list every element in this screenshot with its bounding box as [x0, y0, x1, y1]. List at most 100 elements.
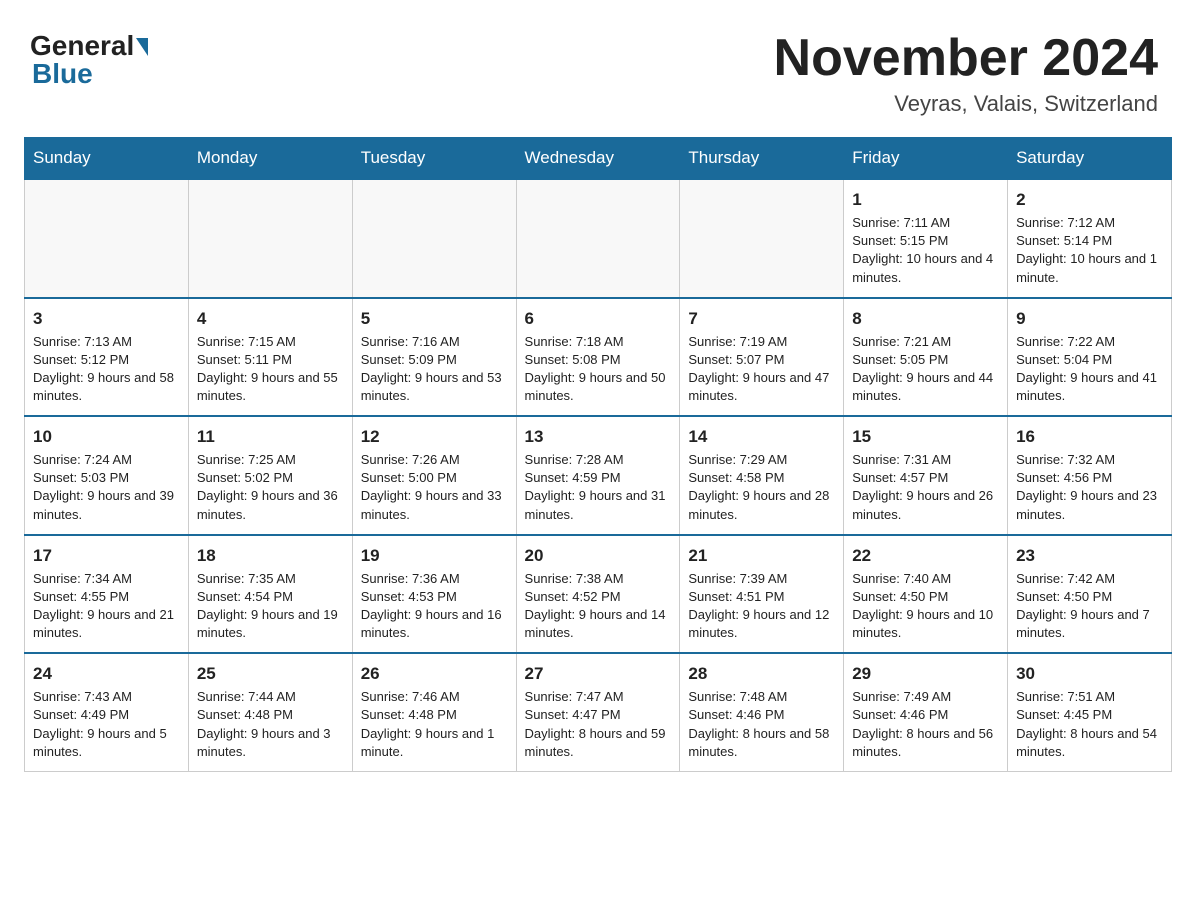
- day-info: Sunrise: 7:11 AMSunset: 5:15 PMDaylight:…: [852, 215, 993, 285]
- day-info: Sunrise: 7:28 AMSunset: 4:59 PMDaylight:…: [525, 452, 666, 522]
- day-number: 23: [1016, 544, 1163, 568]
- calendar-cell: [516, 179, 680, 298]
- calendar-cell: 30 Sunrise: 7:51 AMSunset: 4:45 PMDayligh…: [1008, 653, 1172, 771]
- calendar-cell: 24Sunrise: 7:43 AMSunset: 4:49 PMDayligh…: [25, 653, 189, 771]
- calendar-cell: 20 Sunrise: 7:38 AMSunset: 4:52 PMDayligh…: [516, 535, 680, 654]
- day-number: 27: [525, 662, 672, 686]
- day-info: Sunrise: 7:38 AMSunset: 4:52 PMDaylight:…: [525, 571, 666, 641]
- day-info: Sunrise: 7:34 AMSunset: 4:55 PMDaylight:…: [33, 571, 174, 641]
- day-info: Sunrise: 7:46 AMSunset: 4:48 PMDaylight:…: [361, 689, 495, 759]
- day-info: Sunrise: 7:47 AMSunset: 4:47 PMDaylight:…: [525, 689, 666, 759]
- day-info: Sunrise: 7:25 AMSunset: 5:02 PMDaylight:…: [197, 452, 338, 522]
- day-number: 7: [688, 307, 835, 331]
- calendar-table: SundayMondayTuesdayWednesdayThursdayFrid…: [24, 137, 1172, 772]
- calendar-cell: 19Sunrise: 7:36 AMSunset: 4:53 PMDayligh…: [352, 535, 516, 654]
- calendar-header-row: SundayMondayTuesdayWednesdayThursdayFrid…: [25, 138, 1172, 180]
- day-number: 16: [1016, 425, 1163, 449]
- day-info: Sunrise: 7:44 AMSunset: 4:48 PMDaylight:…: [197, 689, 331, 759]
- calendar-cell: 14Sunrise: 7:29 AMSunset: 4:58 PMDayligh…: [680, 416, 844, 535]
- day-number: 28: [688, 662, 835, 686]
- day-number: 20: [525, 544, 672, 568]
- calendar-cell: 1 Sunrise: 7:11 AMSunset: 5:15 PMDaylight…: [844, 179, 1008, 298]
- col-header-monday: Monday: [188, 138, 352, 180]
- day-number: 15: [852, 425, 999, 449]
- day-number: 14: [688, 425, 835, 449]
- calendar-cell: 23 Sunrise: 7:42 AMSunset: 4:50 PMDayligh…: [1008, 535, 1172, 654]
- calendar-cell: 12 Sunrise: 7:26 AMSunset: 5:00 PMDayligh…: [352, 416, 516, 535]
- calendar-cell: 22 Sunrise: 7:40 AMSunset: 4:50 PMDayligh…: [844, 535, 1008, 654]
- col-header-friday: Friday: [844, 138, 1008, 180]
- day-info: Sunrise: 7:40 AMSunset: 4:50 PMDaylight:…: [852, 571, 993, 641]
- day-number: 3: [33, 307, 180, 331]
- calendar-cell: 9 Sunrise: 7:22 AMSunset: 5:04 PMDaylight…: [1008, 298, 1172, 417]
- day-number: 13: [525, 425, 672, 449]
- day-info: Sunrise: 7:43 AMSunset: 4:49 PMDaylight:…: [33, 689, 167, 759]
- day-number: 19: [361, 544, 508, 568]
- day-info: Sunrise: 7:13 AMSunset: 5:12 PMDaylight:…: [33, 334, 174, 404]
- day-number: 11: [197, 425, 344, 449]
- col-header-saturday: Saturday: [1008, 138, 1172, 180]
- col-header-thursday: Thursday: [680, 138, 844, 180]
- col-header-sunday: Sunday: [25, 138, 189, 180]
- calendar-cell: 6 Sunrise: 7:18 AMSunset: 5:08 PMDaylight…: [516, 298, 680, 417]
- title-block: November 2024 Veyras, Valais, Switzerlan…: [774, 30, 1158, 117]
- day-number: 12: [361, 425, 508, 449]
- day-number: 9: [1016, 307, 1163, 331]
- calendar-cell: 3 Sunrise: 7:13 AMSunset: 5:12 PMDaylight…: [25, 298, 189, 417]
- day-number: 25: [197, 662, 344, 686]
- calendar-cell: 16 Sunrise: 7:32 AMSunset: 4:56 PMDayligh…: [1008, 416, 1172, 535]
- calendar-cell: 7Sunrise: 7:19 AMSunset: 5:07 PMDaylight…: [680, 298, 844, 417]
- day-number: 8: [852, 307, 999, 331]
- day-info: Sunrise: 7:39 AMSunset: 4:51 PMDaylight:…: [688, 571, 829, 641]
- calendar-cell: 5 Sunrise: 7:16 AMSunset: 5:09 PMDaylight…: [352, 298, 516, 417]
- calendar-cell: 29Sunrise: 7:49 AMSunset: 4:46 PMDayligh…: [844, 653, 1008, 771]
- calendar-cell: 27 Sunrise: 7:47 AMSunset: 4:47 PMDayligh…: [516, 653, 680, 771]
- day-info: Sunrise: 7:32 AMSunset: 4:56 PMDaylight:…: [1016, 452, 1157, 522]
- day-number: 10: [33, 425, 180, 449]
- day-info: Sunrise: 7:22 AMSunset: 5:04 PMDaylight:…: [1016, 334, 1157, 404]
- day-info: Sunrise: 7:16 AMSunset: 5:09 PMDaylight:…: [361, 334, 502, 404]
- calendar-week-row: 24Sunrise: 7:43 AMSunset: 4:49 PMDayligh…: [25, 653, 1172, 771]
- calendar-cell: 25 Sunrise: 7:44 AMSunset: 4:48 PMDayligh…: [188, 653, 352, 771]
- calendar-cell: [188, 179, 352, 298]
- day-number: 1: [852, 188, 999, 212]
- calendar-cell: 4 Sunrise: 7:15 AMSunset: 5:11 PMDaylight…: [188, 298, 352, 417]
- logo-arrow-icon: [136, 38, 148, 56]
- calendar-week-row: 3 Sunrise: 7:13 AMSunset: 5:12 PMDaylight…: [25, 298, 1172, 417]
- day-number: 6: [525, 307, 672, 331]
- day-number: 18: [197, 544, 344, 568]
- page-header: General Blue November 2024 Veyras, Valai…: [20, 20, 1168, 117]
- logo: General Blue: [30, 30, 148, 90]
- calendar-cell: [25, 179, 189, 298]
- calendar-week-row: 10 Sunrise: 7:24 AMSunset: 5:03 PMDayligh…: [25, 416, 1172, 535]
- calendar-cell: 2Sunrise: 7:12 AMSunset: 5:14 PMDaylight…: [1008, 179, 1172, 298]
- day-number: 30: [1016, 662, 1163, 686]
- calendar-week-row: 17Sunrise: 7:34 AMSunset: 4:55 PMDayligh…: [25, 535, 1172, 654]
- calendar-cell: [680, 179, 844, 298]
- day-info: Sunrise: 7:31 AMSunset: 4:57 PMDaylight:…: [852, 452, 993, 522]
- day-info: Sunrise: 7:12 AMSunset: 5:14 PMDaylight:…: [1016, 215, 1157, 285]
- calendar-cell: 17Sunrise: 7:34 AMSunset: 4:55 PMDayligh…: [25, 535, 189, 654]
- day-number: 22: [852, 544, 999, 568]
- day-info: Sunrise: 7:18 AMSunset: 5:08 PMDaylight:…: [525, 334, 666, 404]
- calendar-cell: 10 Sunrise: 7:24 AMSunset: 5:03 PMDayligh…: [25, 416, 189, 535]
- day-info: Sunrise: 7:51 AMSunset: 4:45 PMDaylight:…: [1016, 689, 1157, 759]
- day-info: Sunrise: 7:42 AMSunset: 4:50 PMDaylight:…: [1016, 571, 1150, 641]
- calendar-cell: 8 Sunrise: 7:21 AMSunset: 5:05 PMDaylight…: [844, 298, 1008, 417]
- col-header-tuesday: Tuesday: [352, 138, 516, 180]
- location-title: Veyras, Valais, Switzerland: [774, 91, 1158, 117]
- day-info: Sunrise: 7:26 AMSunset: 5:00 PMDaylight:…: [361, 452, 502, 522]
- day-info: Sunrise: 7:24 AMSunset: 5:03 PMDaylight:…: [33, 452, 174, 522]
- day-number: 4: [197, 307, 344, 331]
- day-info: Sunrise: 7:48 AMSunset: 4:46 PMDaylight:…: [688, 689, 829, 759]
- day-number: 5: [361, 307, 508, 331]
- day-info: Sunrise: 7:35 AMSunset: 4:54 PMDaylight:…: [197, 571, 338, 641]
- calendar-cell: [352, 179, 516, 298]
- logo-blue-text: Blue: [32, 58, 93, 90]
- calendar-cell: 26 Sunrise: 7:46 AMSunset: 4:48 PMDayligh…: [352, 653, 516, 771]
- day-number: 21: [688, 544, 835, 568]
- calendar-cell: 15 Sunrise: 7:31 AMSunset: 4:57 PMDayligh…: [844, 416, 1008, 535]
- day-info: Sunrise: 7:21 AMSunset: 5:05 PMDaylight:…: [852, 334, 993, 404]
- day-info: Sunrise: 7:15 AMSunset: 5:11 PMDaylight:…: [197, 334, 338, 404]
- day-number: 26: [361, 662, 508, 686]
